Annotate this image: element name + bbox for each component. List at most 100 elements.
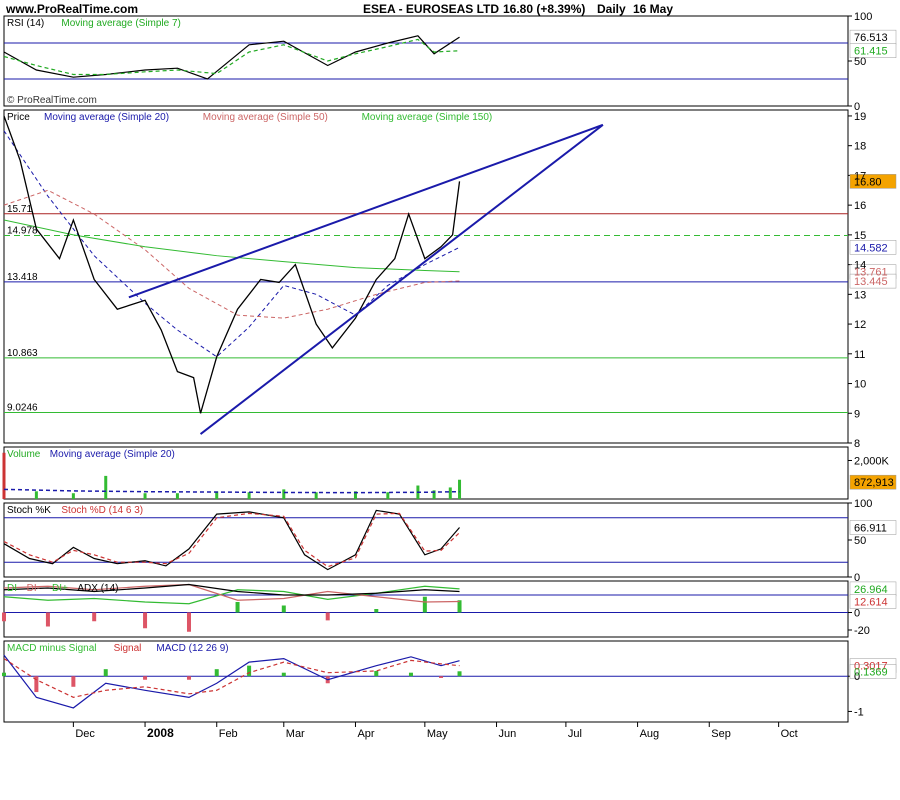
price-level-label: 13.418 [7, 272, 38, 283]
histogram-bar [2, 672, 6, 677]
volume-bar [282, 489, 286, 499]
x-tick-label: Mar [286, 728, 305, 740]
x-tick-label: Oct [781, 728, 798, 740]
x-tick-label: Sep [711, 728, 731, 740]
value-badge-label: 26.964 [854, 584, 888, 596]
y-tick-label: 10 [854, 379, 866, 391]
y-tick-label: 100 [854, 11, 872, 23]
value-badge-label: 16.80 [854, 176, 882, 188]
value-badge-label: 0.1369 [854, 666, 888, 678]
legend-entry: DI- [27, 583, 40, 594]
y-tick-label: 12 [854, 319, 866, 331]
histogram-bar [214, 669, 219, 677]
y-tick-label: 0 [854, 608, 860, 620]
panel-rsi [3, 15, 897, 107]
legend-entry: Moving average (Simple 7) [61, 18, 180, 29]
histogram-bar [235, 602, 240, 613]
histogram-bar [71, 676, 76, 687]
y-tick-label: 11 [854, 349, 865, 361]
price-level-label: 9.0246 [7, 403, 38, 414]
y-tick-label: 19 [854, 111, 866, 123]
histogram-bar [2, 612, 6, 622]
histogram-bar [422, 596, 427, 613]
x-tick-label: Apr [357, 728, 374, 740]
volume-bar [175, 493, 179, 499]
y-tick-label: 9 [854, 408, 860, 420]
x-tick-label: Jul [568, 728, 582, 740]
histogram-bar [92, 612, 97, 622]
x-tick-label: 2008 [147, 726, 174, 740]
volume-bar [143, 493, 147, 499]
value-badge-label: 14.582 [854, 242, 888, 254]
histogram-bar [143, 612, 148, 629]
legend-entry: ADX (14) [77, 583, 118, 594]
value-badge-label: 61.415 [854, 46, 888, 58]
legend-entry: Moving average (Simple 50) [203, 112, 328, 123]
legend-entry: Stoch %K [7, 505, 51, 516]
histogram-bar [325, 612, 330, 621]
legend-entry: RSI (14) [7, 18, 44, 29]
volume-bar [458, 479, 462, 499]
watermark: © ProRealTime.com [7, 95, 97, 106]
stock-chart: 100 50 0 RSI (14) Moving average (Simple 7) ©… [2, 11, 897, 740]
value-badge-label: 13.445 [854, 276, 888, 288]
y-tick-label: 16 [854, 200, 866, 212]
panel-frame [3, 109, 849, 444]
legend-entry: MACD minus Signal [7, 643, 96, 654]
volume-bar [71, 493, 75, 499]
y-tick-label: 15 [854, 230, 866, 242]
legend-entry: DI [7, 583, 17, 594]
x-tick-label: Jun [499, 728, 517, 740]
legend-entry: Volume [7, 449, 41, 460]
histogram-bar [374, 670, 379, 677]
histogram-bar [186, 612, 191, 632]
x-tick-label: Feb [219, 728, 238, 740]
histogram-bar [103, 669, 108, 677]
y-tick-label: 50 [854, 56, 866, 68]
histogram-bar [408, 672, 413, 677]
legend-entry: DI+ [52, 583, 68, 594]
volume-bar [448, 487, 452, 499]
histogram-bar [457, 671, 462, 677]
y-tick-label: -1 [854, 706, 864, 718]
histogram-bar [281, 605, 286, 613]
value-badge-label: 66.911 [854, 522, 887, 534]
panel-dmi [2, 580, 897, 638]
legend-entry: Signal [114, 643, 142, 654]
volume-bar [386, 492, 390, 499]
y-tick-label: 100 [854, 498, 872, 510]
histogram-bar [247, 665, 252, 677]
panel-price [3, 109, 897, 444]
y-tick-label: 50 [854, 535, 866, 547]
histogram-bar [186, 676, 191, 680]
volume-bar [104, 475, 108, 499]
y-tick-label: 13 [854, 289, 866, 301]
value-badge-label: 76.513 [854, 32, 888, 44]
legend-entry: Stoch %D (14 6 3) [61, 505, 143, 516]
histogram-bar [281, 672, 286, 677]
price-level-label: 15.71 [7, 204, 32, 215]
histogram-bar [439, 676, 444, 678]
y-tick-label: 18 [854, 141, 866, 153]
histogram-bar [45, 612, 50, 627]
histogram-bar [143, 676, 148, 680]
panel-frame [3, 15, 849, 107]
y-tick-label: 2,000K [854, 455, 890, 467]
legend-entry: Moving average (Simple 20) [50, 449, 175, 460]
x-tick-label: May [427, 728, 448, 740]
legend-entry: Moving average (Simple 20) [44, 112, 169, 123]
x-tick-label: Dec [75, 728, 95, 740]
volume-bar [2, 452, 6, 499]
price-level-label: 14.978 [7, 226, 38, 237]
y-tick-label: -20 [854, 625, 870, 637]
volume-bar [247, 492, 251, 499]
legend-entry: MACD (12 26 9) [156, 643, 228, 654]
x-tick-label: Aug [640, 728, 660, 740]
legend-entry: Price [7, 112, 30, 123]
price-level-label: 10.863 [7, 348, 38, 359]
histogram-bar [374, 609, 379, 613]
value-badge-label: 872,913 [854, 477, 894, 489]
value-badge-label: 12.614 [854, 596, 888, 608]
legend-entry: Moving average (Simple 150) [362, 112, 493, 123]
volume-bar [34, 491, 38, 499]
